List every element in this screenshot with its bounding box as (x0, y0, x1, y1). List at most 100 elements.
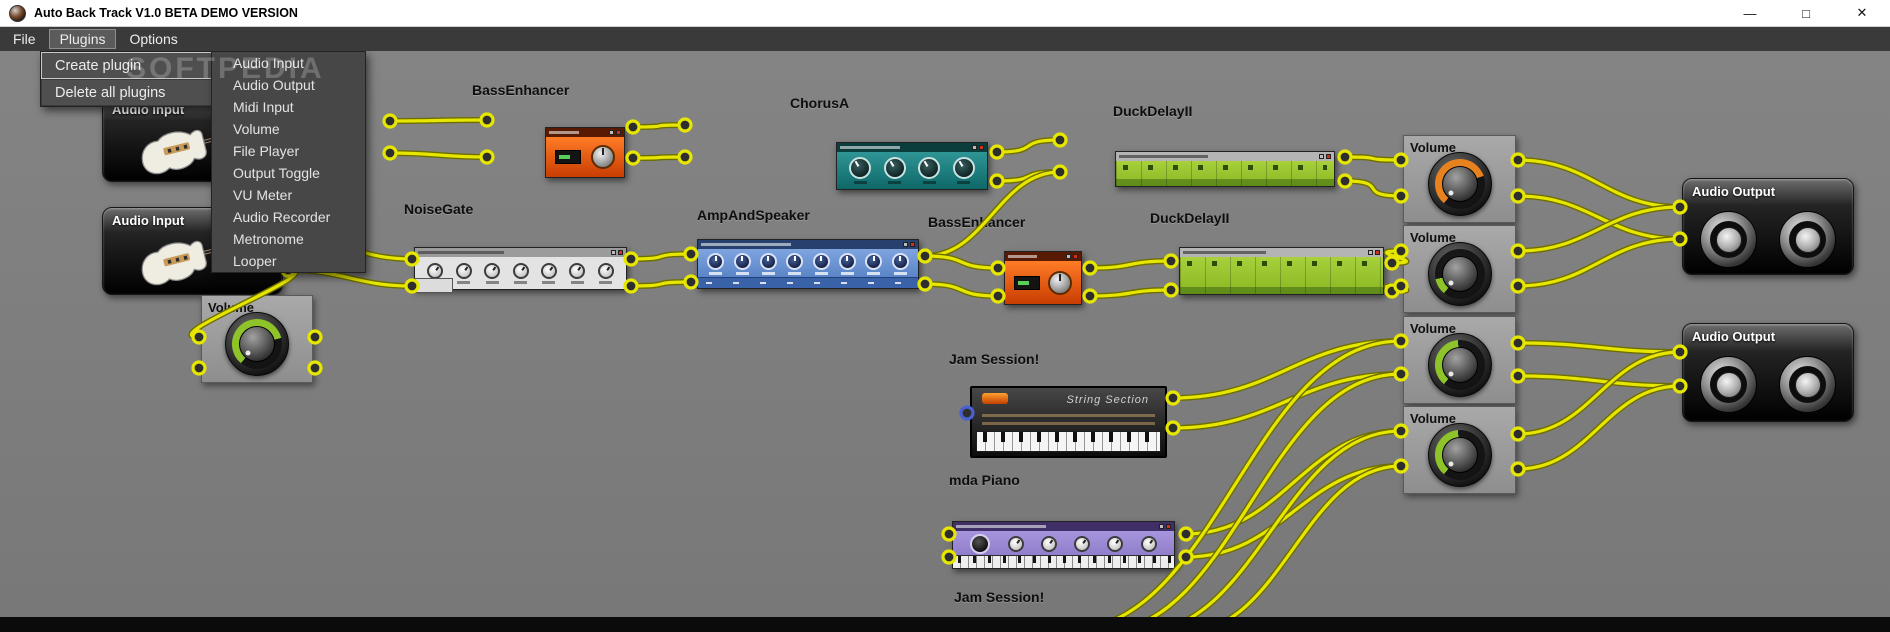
knob[interactable] (427, 262, 444, 279)
plugin-close-button[interactable] (616, 130, 621, 135)
slider-row[interactable] (1123, 165, 1327, 170)
volume-node-4[interactable]: Volume (1403, 316, 1516, 404)
knob[interactable] (1040, 535, 1057, 552)
plugin-close-button[interactable] (1073, 254, 1078, 259)
knob[interactable] (883, 157, 906, 179)
volume-knob[interactable] (1427, 333, 1492, 398)
noise-gate-plugin[interactable] (414, 247, 627, 293)
menu-item-plugins[interactable]: Plugins (48, 29, 117, 49)
plugin-titlebar[interactable] (1005, 252, 1081, 261)
bypass-box[interactable] (415, 278, 453, 293)
knob[interactable] (1048, 270, 1073, 295)
mda-piano-plugin[interactable] (952, 521, 1175, 569)
plugin-close-button[interactable] (1375, 250, 1380, 255)
submenu-item-looper[interactable]: Looper (212, 250, 365, 272)
piano-keyboard[interactable] (976, 431, 1161, 452)
bass-enhancer-plugin-2[interactable] (1004, 251, 1082, 305)
canvas-node-title: DuckDelayII (1150, 210, 1230, 226)
knob[interactable] (484, 262, 501, 279)
maximize-button[interactable]: □ (1778, 0, 1834, 26)
plugin-minimize-button[interactable] (1319, 154, 1324, 159)
knob-label (853, 181, 867, 184)
menu-item-create-plugin[interactable]: Create plugin (41, 52, 213, 79)
submenu-item-volume[interactable]: Volume (212, 118, 365, 140)
plugin-close-button[interactable] (979, 145, 984, 150)
audio-output-node-1[interactable]: Audio Output (1682, 178, 1854, 275)
knob[interactable] (970, 533, 991, 554)
volume-knob[interactable] (225, 312, 289, 377)
volume-node-5[interactable]: Volume (1403, 406, 1516, 494)
submenu-item-output-toggle[interactable]: Output Toggle (212, 162, 365, 184)
audio-output-node-2[interactable]: Audio Output (1682, 323, 1854, 422)
knob[interactable] (1107, 535, 1124, 552)
knob[interactable] (838, 252, 856, 270)
duck-delay-plugin-1[interactable] (1115, 151, 1335, 187)
knob[interactable] (590, 145, 615, 169)
minimize-button[interactable]: — (1722, 0, 1778, 26)
plugin-minimize-button[interactable] (972, 145, 977, 150)
piano-keyboard[interactable] (953, 555, 1174, 568)
knob[interactable] (952, 157, 975, 179)
plugin-close-button[interactable] (618, 250, 623, 255)
submenu-item-vu-meter[interactable]: VU Meter (212, 184, 365, 206)
plugin-minimize-button[interactable] (609, 130, 614, 135)
knob[interactable] (455, 262, 472, 279)
plugin-titlebar[interactable] (953, 522, 1174, 531)
knob[interactable] (512, 262, 529, 279)
menu-item-file[interactable]: File (2, 29, 47, 49)
plugin-close-button[interactable] (1326, 154, 1331, 159)
knob[interactable] (918, 157, 941, 179)
knob[interactable] (1007, 535, 1024, 552)
plugin-minimize-button[interactable] (1368, 250, 1373, 255)
menu-item-delete-all-plugins[interactable]: Delete all plugins (41, 79, 213, 106)
slider-row[interactable] (1187, 261, 1376, 266)
knob[interactable] (1074, 535, 1091, 552)
menu-item-options[interactable]: Options (118, 29, 188, 49)
knob[interactable] (759, 252, 777, 270)
submenu-item-midi-input[interactable]: Midi Input (212, 96, 365, 118)
volume-knob[interactable] (1427, 242, 1492, 307)
knob[interactable] (849, 157, 872, 179)
plugin-titlebar[interactable] (837, 143, 987, 152)
volume-node-3[interactable]: Volume (201, 295, 313, 383)
plugin-titlebar[interactable] (1116, 152, 1334, 161)
knob[interactable] (1140, 535, 1157, 552)
string-section-plugin[interactable]: String Section (970, 386, 1167, 458)
plugin-panel (837, 152, 987, 189)
plugin-titlebar[interactable] (415, 248, 626, 257)
plugin-titlebar[interactable] (546, 128, 624, 137)
control-row[interactable] (982, 414, 1155, 417)
duck-delay-plugin-2[interactable] (1179, 247, 1384, 295)
volume-node-2[interactable]: Volume (1403, 225, 1516, 313)
plugin-close-button[interactable] (910, 242, 915, 247)
knob[interactable] (540, 262, 557, 279)
plugin-minimize-button[interactable] (611, 250, 616, 255)
volume-knob[interactable] (1427, 423, 1492, 488)
control-row[interactable] (982, 422, 1155, 425)
bass-enhancer-plugin-1[interactable] (545, 127, 625, 178)
knob[interactable] (707, 252, 725, 270)
knob[interactable] (733, 252, 751, 270)
submenu-item-audio-input[interactable]: Audio Input (212, 52, 365, 74)
knob[interactable] (786, 252, 804, 270)
submenu-item-metronome[interactable]: Metronome (212, 228, 365, 250)
submenu-item-audio-recorder[interactable]: Audio Recorder (212, 206, 365, 228)
amp-speaker-plugin[interactable] (697, 239, 919, 289)
submenu-item-file-player[interactable]: File Player (212, 140, 365, 162)
knob[interactable] (812, 252, 830, 270)
close-button[interactable]: ✕ (1834, 0, 1890, 26)
knob[interactable] (891, 252, 909, 270)
plugin-minimize-button[interactable] (1066, 254, 1071, 259)
plugin-minimize-button[interactable] (1159, 524, 1164, 529)
plugin-minimize-button[interactable] (903, 242, 908, 247)
chorus-plugin[interactable] (836, 142, 988, 190)
plugin-titlebar[interactable] (1180, 248, 1383, 257)
volume-knob[interactable] (1427, 152, 1492, 217)
plugin-close-button[interactable] (1166, 524, 1171, 529)
volume-node-1[interactable]: Volume (1403, 135, 1516, 223)
knob[interactable] (865, 252, 883, 270)
knob[interactable] (597, 262, 614, 279)
knob[interactable] (569, 262, 586, 279)
submenu-item-audio-output[interactable]: Audio Output (212, 74, 365, 96)
plugin-titlebar[interactable] (698, 240, 918, 249)
